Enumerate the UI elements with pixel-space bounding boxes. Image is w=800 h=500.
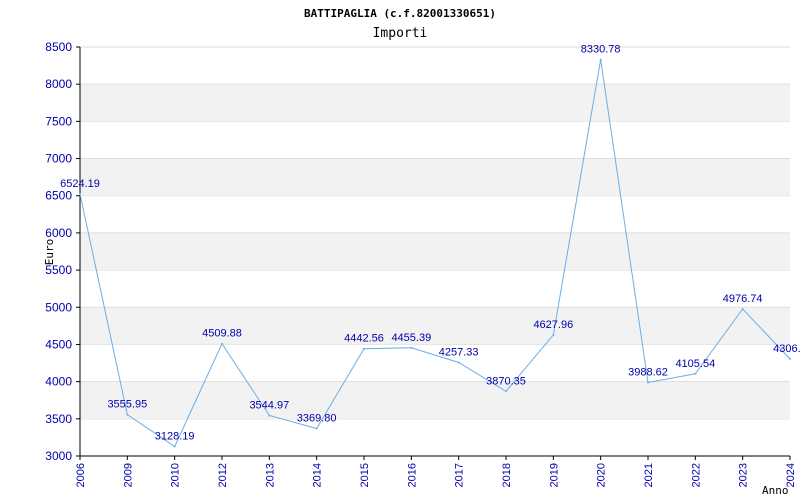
y-tick-label: 8500 (45, 40, 72, 54)
x-axis-label: Anno (762, 484, 789, 497)
y-tick-label: 6500 (45, 189, 72, 203)
data-label: 4105.54 (675, 358, 715, 370)
data-point (363, 347, 365, 350)
data-label: 3544.97 (249, 399, 289, 411)
y-tick-label: 7500 (45, 114, 72, 128)
grid-band (80, 307, 790, 345)
data-point (694, 372, 697, 375)
data-label: 3369.80 (297, 413, 337, 425)
y-tick-label: 3500 (45, 412, 72, 426)
x-tick-label: 2012 (217, 463, 229, 487)
line-chart: BATTIPAGLIA (c.f.82001330651) Importi 30… (43, 7, 800, 497)
data-point (410, 346, 413, 349)
data-label: 4976.74 (723, 293, 763, 305)
x-tick-label: 2023 (738, 463, 750, 487)
grid-band (80, 232, 790, 271)
data-point (268, 414, 271, 417)
data-point (457, 361, 460, 364)
y-tick-label: 8000 (45, 77, 72, 91)
y-tick-label: 6000 (45, 226, 72, 240)
x-tick-label: 2017 (454, 463, 466, 487)
y-axis-label: Euro (43, 239, 56, 266)
data-label: 3128.19 (155, 430, 195, 442)
data-label: 4509.88 (202, 328, 242, 340)
data-label: 4257.33 (439, 347, 479, 359)
y-tick-label: 7000 (45, 152, 72, 166)
x-tick-label: 2013 (264, 463, 276, 487)
x-tick-label: 2020 (596, 463, 608, 487)
y-tick-label: 4500 (45, 337, 72, 351)
data-point (315, 427, 318, 430)
data-point (505, 390, 507, 393)
data-point (741, 308, 744, 311)
data-label: 4627.96 (533, 319, 573, 331)
x-tick-label: 2014 (312, 463, 324, 487)
data-label: 3988.62 (628, 366, 668, 378)
x-tick-label: 2009 (122, 463, 134, 487)
x-tick-label: 2021 (643, 463, 655, 487)
chart-subtitle: Importi (373, 26, 428, 41)
x-tick-label: 2022 (690, 463, 702, 487)
y-tick-label: 4000 (45, 375, 72, 389)
data-point (647, 381, 649, 384)
chart-title: BATTIPAGLIA (c.f.82001330651) (304, 7, 496, 20)
data-point (126, 413, 129, 416)
data-point (79, 192, 81, 195)
x-tick-label: 2015 (359, 463, 371, 487)
data-point (173, 445, 176, 448)
data-label: 3870.35 (486, 375, 526, 387)
data-label: 8330.78 (581, 44, 621, 56)
data-label: 4442.56 (344, 333, 384, 345)
data-label: 4455.39 (391, 332, 431, 344)
y-tick-label: 3000 (45, 449, 72, 463)
grid-band (80, 158, 790, 196)
x-tick-label: 2006 (75, 463, 87, 487)
x-tick-label: 2010 (170, 463, 182, 487)
data-point (552, 333, 555, 336)
data-point (599, 58, 602, 61)
data-point (789, 357, 791, 360)
grid-band (80, 381, 790, 419)
y-tick-label: 5000 (45, 300, 72, 314)
data-label: 6524.19 (60, 178, 100, 190)
x-tick-label: 2018 (501, 463, 513, 487)
grid-band (80, 84, 790, 122)
data-point (221, 342, 223, 345)
data-label: 4306.4 (773, 343, 800, 355)
data-label: 3555.95 (107, 399, 147, 411)
x-axis-ticks: 2006 2009 2010 2012 2013 2014 2015 2016 2017 2018… (75, 456, 797, 487)
x-tick-label: 2016 (406, 463, 418, 487)
x-tick-label: 2019 (548, 463, 560, 487)
